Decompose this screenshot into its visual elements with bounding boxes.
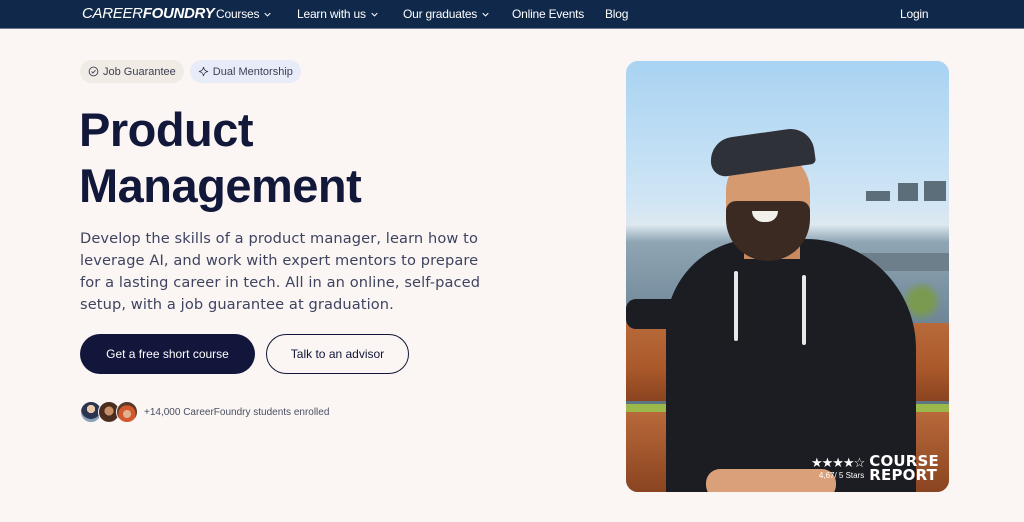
sparkle-diamond-icon	[198, 66, 208, 77]
nav-item-online-events[interactable]: Online Events	[512, 7, 584, 21]
get-free-short-course-button[interactable]: Get a free short course	[80, 334, 255, 374]
nav-item-label: Courses	[216, 7, 260, 21]
student-avatar	[116, 401, 138, 423]
chevron-down-icon	[371, 12, 378, 17]
top-navigation: CAREERFOUNDRY Courses Learn with us Our …	[0, 0, 1024, 29]
building	[866, 191, 890, 201]
course-report-logo: COURSE REPORT	[869, 454, 939, 484]
page-title: Product Management	[79, 102, 362, 214]
check-circle-icon	[88, 66, 99, 77]
chevron-down-icon	[482, 12, 489, 17]
enrolled-count-text: +14,000 CareerFoundry students enrolled	[144, 406, 330, 418]
building	[924, 181, 946, 201]
nav-item-our-graduates[interactable]: Our graduates	[403, 7, 489, 21]
hero-image: ★★★★☆ 4,67/ 5 Stars COURSE REPORT	[626, 61, 949, 492]
building	[898, 183, 918, 201]
course-description: Develop the skills of a product manager,…	[80, 230, 481, 313]
hoodie-string	[734, 271, 738, 341]
badge-label: Dual Mentorship	[212, 65, 293, 78]
nav-item-label: Our graduates	[403, 7, 478, 21]
title-line-2: Management	[79, 159, 362, 212]
rating-score: 4,67/ 5 Stars	[818, 470, 865, 480]
nav-item-label: Blog	[605, 7, 629, 21]
course-report-line-2: REPORT	[869, 466, 938, 484]
login-label: Login	[900, 7, 929, 21]
badge-job-guarantee: Job Guarantee	[80, 60, 184, 83]
nav-item-blog[interactable]: Blog	[605, 7, 628, 21]
talk-to-advisor-button[interactable]: Talk to an advisor	[266, 334, 409, 374]
badge-label: Job Guarantee	[103, 65, 176, 78]
feature-badges: Job Guarantee Dual Mentorship	[80, 60, 301, 83]
nav-item-label: Online Events	[512, 7, 585, 21]
login-link[interactable]: Login	[900, 7, 929, 21]
nav-item-label: Learn with us	[297, 7, 366, 21]
nav-item-learn-with-us[interactable]: Learn with us	[297, 7, 378, 21]
title-line-1: Product	[79, 103, 254, 156]
course-report-rating[interactable]: ★★★★☆ 4,67/ 5 Stars COURSE REPORT	[810, 454, 939, 484]
badge-dual-mentorship: Dual Mentorship	[189, 60, 301, 83]
careerfoundry-logo[interactable]: CAREERFOUNDRY	[82, 5, 215, 22]
chevron-down-icon	[264, 12, 271, 17]
hoodie-string	[802, 275, 806, 345]
nav-item-courses[interactable]: Courses	[216, 7, 271, 21]
logo-text-bold: FOUNDRY	[142, 5, 215, 22]
star-rating-icon: ★★★★☆	[810, 454, 865, 470]
enrolled-students: +14,000 CareerFoundry students enrolled	[80, 401, 329, 423]
logo-text-light: CAREER	[82, 5, 143, 22]
rating-stars-block: ★★★★☆ 4,67/ 5 Stars	[810, 454, 865, 481]
